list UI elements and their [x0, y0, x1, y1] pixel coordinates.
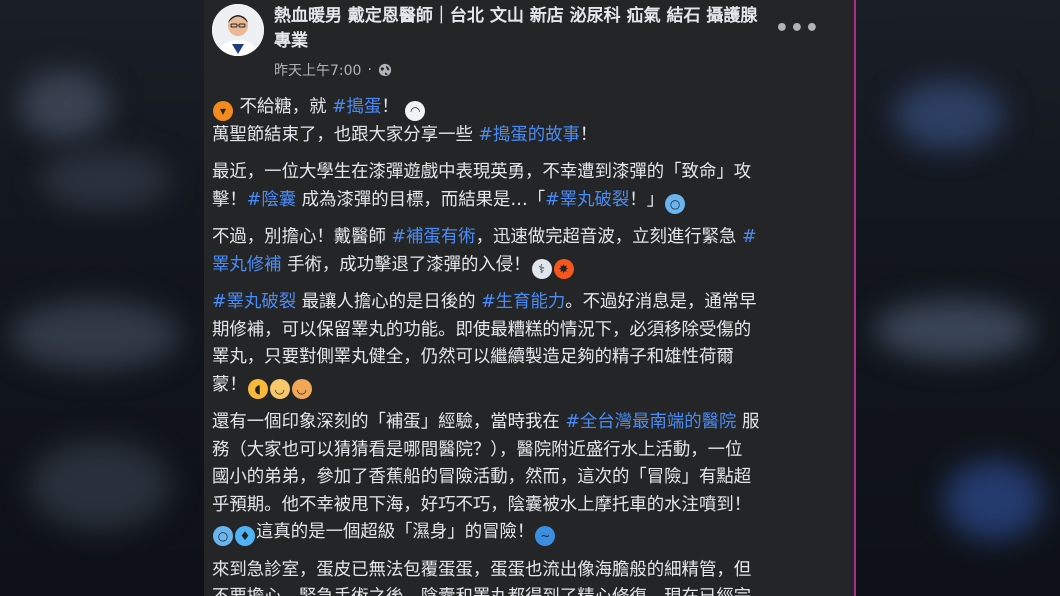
- post-text: 睪丸，只要對側睪丸健全，仍然可以繼續製造足夠的精子和雄性荷爾: [212, 347, 734, 367]
- left-background-blur: [0, 0, 204, 596]
- post-line: #睪丸破裂 最讓人擔心的是日後的 #生育能力。不過好消息是，通常早: [212, 289, 832, 317]
- post-text: ！: [579, 124, 598, 145]
- post-text: 還有一個印象深刻的「補蛋」經驗，當時我在: [212, 412, 566, 432]
- post-paragraph: 最近，一位大學生在漆彈遊戲中表現英勇，不幸遭到漆彈的「致命」攻 擊！#陰囊 成為漆…: [212, 159, 832, 214]
- post-timestamp[interactable]: 昨天上午7:00: [274, 60, 361, 80]
- post-line: 不過，別擔心！戴醫師 #補蛋有術，迅速做完超音波，立刻進行緊急 #: [212, 224, 832, 252]
- post-line: ○ ♦ 這真的是一個超級「濕身」的冒險！ ~: [212, 519, 832, 547]
- post-text: 不過，別擔心！戴醫師: [212, 227, 392, 247]
- post-text: 成為漆彈的目標，而結果是…「: [296, 189, 546, 210]
- muscle-emoji-icon: ◖: [247, 378, 268, 399]
- post-line: 蒙！ ◖ ◡ ◡: [212, 372, 832, 400]
- post-line: ▾ 不給糖，就 #搗蛋！ ◠: [212, 94, 832, 122]
- post-line: 擊！#陰囊 成為漆彈的目標，而結果是…「#睪丸破裂！」 ○: [212, 187, 832, 215]
- pumpkin-emoji-icon: ▾: [213, 101, 233, 121]
- post-text: 期修補，可以保留睪丸的功能。即使最糟糕的情況下，必須移除受傷的: [212, 319, 752, 340]
- post-paragraph: ▾ 不給糖，就 #搗蛋！ ◠ 萬聖節結束了，也跟大家分享一些 #搗蛋的故事！: [212, 94, 832, 149]
- doctor-emoji-icon: ⚕: [531, 258, 552, 279]
- post-meta: 昨天上午7:00 ·: [274, 60, 392, 80]
- post-text: 擊！: [212, 189, 247, 210]
- post-body: ▾ 不給糖，就 #搗蛋！ ◠ 萬聖節結束了，也跟大家分享一些 #搗蛋的故事！ 最近，…: [212, 94, 832, 596]
- post-text: 務（大家也可以猜猜看是哪間醫院？），醫院附近盛行水上活動，一位: [212, 439, 743, 460]
- post-line: 睪丸修補 手術，成功擊退了漆彈的入侵！ ⚕ ✸: [212, 252, 832, 280]
- post-text: 不要擔心，緊急手術之後，陰囊和睪丸都得到了精心修復，現在已經完: [212, 587, 751, 596]
- hashtag-link[interactable]: #生育能力: [481, 292, 565, 312]
- post-text: ！」: [629, 189, 665, 210]
- post-line: 乎預期。他不幸被甩下海，好巧不巧，陰囊被水上摩托車的水注噴到！: [212, 492, 832, 520]
- post-line: 不要擔心，緊急手術之後，陰囊和睪丸都得到了精心修復，現在已經完: [212, 584, 832, 596]
- post-line: 還有一個印象深刻的「補蛋」經驗，當時我在 #全台灣最南端的醫院 服: [212, 409, 832, 437]
- post-text: 最讓人擔心的是日後的: [296, 292, 482, 312]
- ghost-emoji-icon: ◠: [405, 101, 426, 121]
- post-line: 來到急診室，蛋皮已無法包覆蛋蛋，蛋蛋也流出像海膽般的細精管，但: [212, 557, 832, 585]
- post-text: 服: [736, 412, 760, 432]
- hashtag-link[interactable]: #睪丸破裂: [212, 292, 296, 312]
- wave-emoji-icon: ~: [535, 526, 556, 546]
- post-line: 國小的弟弟，參加了香蕉船的冒險活動，然而，這次的「冒險」有點超: [212, 464, 832, 492]
- avatar[interactable]: [212, 4, 264, 56]
- hashtag-link[interactable]: #陰囊: [247, 190, 296, 210]
- hashtag-link[interactable]: #搗蛋: [332, 97, 381, 117]
- post-text: 來到急診室，蛋皮已無法包覆蛋蛋，蛋蛋也流出像海膽般的細精管，但: [212, 559, 752, 580]
- post-text: 。不過好消息是，通常早: [565, 292, 757, 312]
- post-text: 萬聖節結束了，也跟大家分享一些: [212, 124, 479, 145]
- post-header: 熱血暖男 戴定恩醫師｜台北 文山 新店 泌尿科 疝氣 結石 攝護腺專業 昨天上午…: [204, 0, 854, 88]
- post-line: 最近，一位大學生在漆彈遊戲中表現英勇，不幸遭到漆彈的「致命」攻: [212, 159, 832, 187]
- post-paragraph: 還有一個印象深刻的「補蛋」經驗，當時我在 #全台灣最南端的醫院 服務（大家也可以…: [212, 409, 832, 547]
- globe-icon: [378, 63, 392, 77]
- hashtag-link[interactable]: #: [742, 227, 757, 247]
- post-line: 睪丸，只要對側睪丸健全，仍然可以繼續製造足夠的精子和雄性荷爾: [212, 344, 832, 372]
- hashtag-link[interactable]: #搗蛋的故事: [478, 125, 580, 145]
- post-text: 這真的是一個超級「濕身」的冒險！: [256, 522, 535, 542]
- post-text: 不給糖，就: [234, 97, 333, 117]
- post-text: 國小的弟弟，參加了香蕉船的冒險活動，然而，這次的「冒險」有點超: [212, 467, 752, 487]
- post-text: ，迅速做完超音波，立刻進行緊急: [475, 227, 742, 247]
- post-line: 萬聖節結束了，也跟大家分享一些 #搗蛋的故事！: [212, 122, 832, 150]
- facebook-post-card: 熱血暖男 戴定恩醫師｜台北 文山 新店 泌尿科 疝氣 結石 攝護腺專業 昨天上午…: [204, 0, 856, 596]
- post-line: 務（大家也可以猜猜看是哪間醫院？），醫院附近盛行水上活動，一位: [212, 437, 832, 465]
- droplets-emoji-icon: ♦: [235, 526, 255, 546]
- post-text: 乎預期。他不幸被甩下海，好巧不巧，陰囊被水上摩托車的水注噴到！: [212, 494, 752, 515]
- hashtag-link[interactable]: #睪丸破裂: [545, 190, 629, 210]
- hashtag-link[interactable]: #全台灣最南端的醫院: [565, 412, 736, 432]
- scream-emoji-icon: ○: [213, 526, 233, 546]
- post-paragraph: 來到急診室，蛋皮已無法包覆蛋蛋，蛋蛋也流出像海膽般的細精管，但不要擔心，緊急手術…: [212, 557, 832, 596]
- post-author-name[interactable]: 熱血暖男 戴定恩醫師｜台北 文山 新店 泌尿科 疝氣 結石 攝護腺專業: [274, 4, 774, 54]
- post-text: ！: [381, 97, 405, 117]
- post-line: 期修補，可以保留睪丸的功能。即使最糟糕的情況下，必須移除受傷的: [212, 317, 832, 345]
- post-text: 蒙！: [212, 374, 247, 395]
- man-emoji-icon: ◡: [291, 378, 312, 399]
- more-options-button[interactable]: •••: [775, 16, 820, 41]
- post-paragraph: #睪丸破裂 最讓人擔心的是日後的 #生育能力。不過好消息是，通常早 期修補，可以保…: [212, 289, 832, 399]
- hashtag-link[interactable]: 睪丸修補: [212, 255, 282, 275]
- post-paragraph: 不過，別擔心！戴醫師 #補蛋有術，迅速做完超音波，立刻進行緊急 # 睪丸修補 手術…: [212, 224, 832, 279]
- post-text: 最近，一位大學生在漆彈遊戲中表現英勇，不幸遭到漆彈的「致命」攻: [212, 162, 752, 182]
- baby-emoji-icon: ◡: [269, 378, 290, 399]
- right-background-blur: [854, 0, 1060, 596]
- collision-emoji-icon: ✸: [553, 258, 574, 279]
- scream-emoji-icon: ○: [665, 193, 686, 214]
- hashtag-link[interactable]: #補蛋有術: [391, 227, 475, 247]
- post-text: 手術，成功擊退了漆彈的入侵！: [281, 254, 531, 275]
